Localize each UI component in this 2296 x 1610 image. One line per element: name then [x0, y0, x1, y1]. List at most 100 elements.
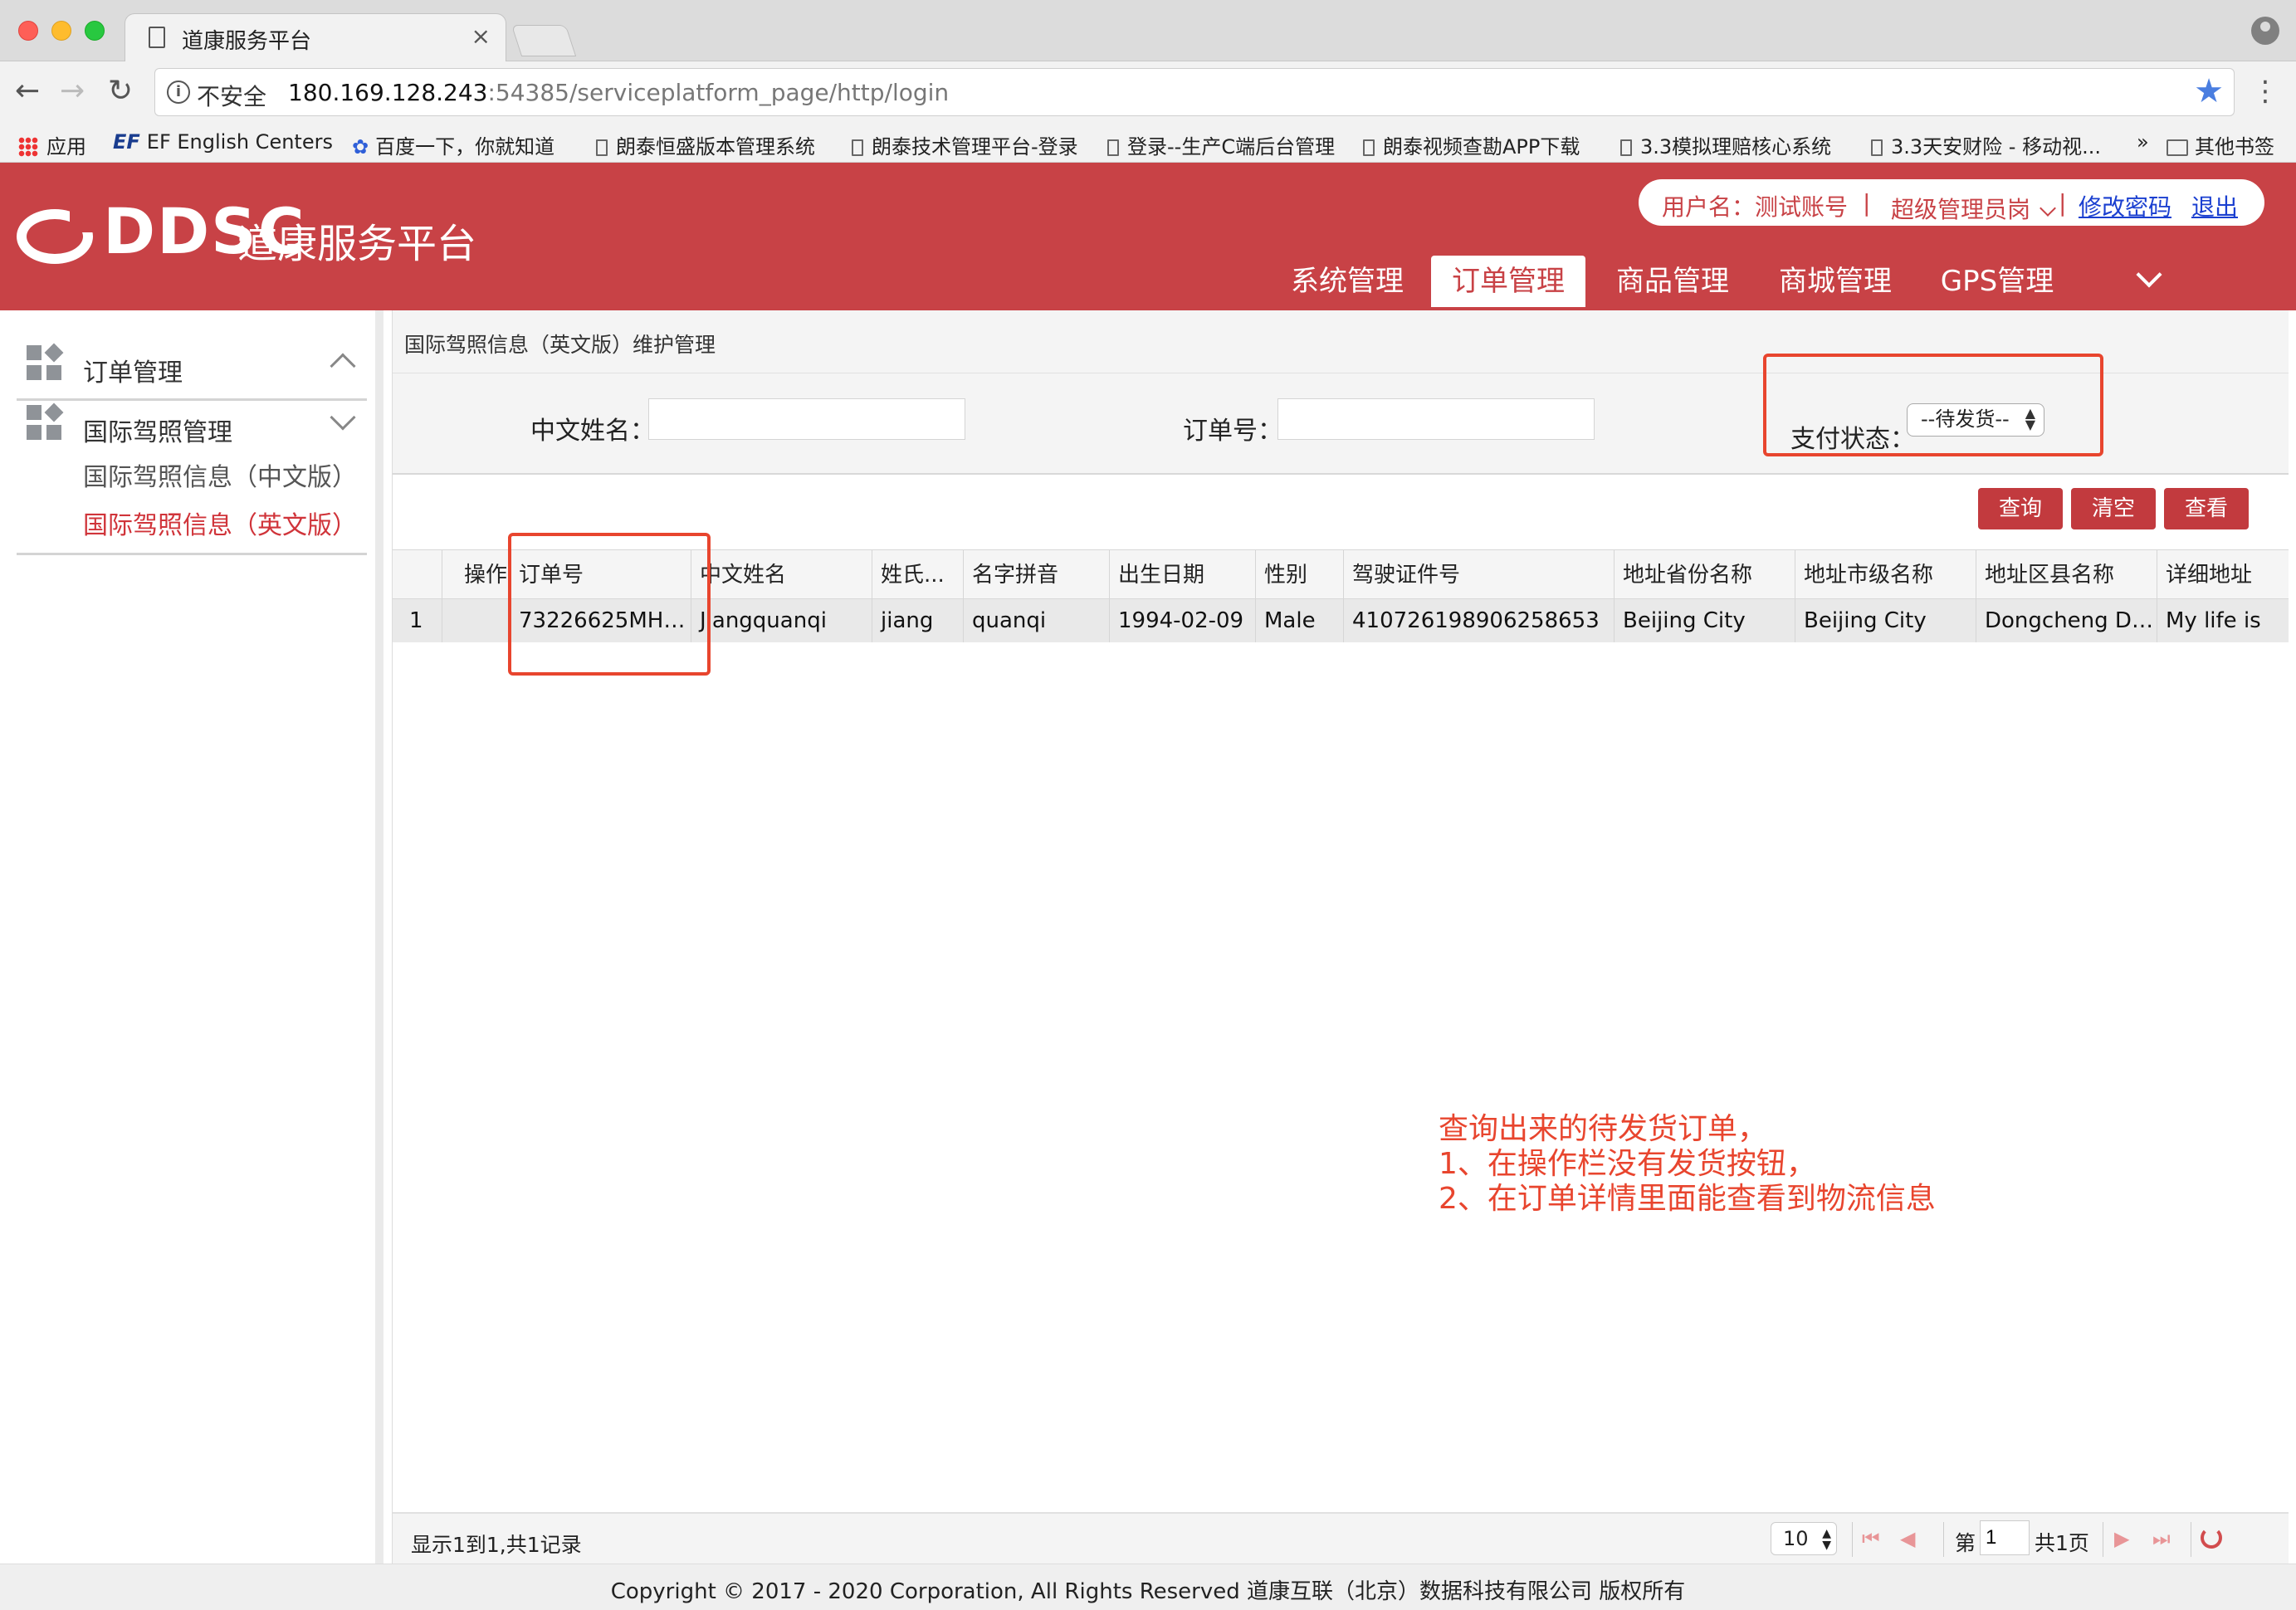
tab-product-management[interactable]: 商品管理 — [1602, 256, 1743, 307]
column-header-license-number[interactable]: 驾驶证件号 — [1344, 550, 1615, 598]
tab-system-management[interactable]: 系统管理 — [1278, 256, 1416, 307]
grid-icon — [27, 402, 64, 442]
profile-icon[interactable] — [2251, 17, 2279, 45]
previous-page-icon[interactable]: ◀ — [1900, 1527, 1915, 1550]
copyright-text: Copyright © 2017 - 2020 Corporation, All… — [610, 1579, 1686, 1604]
browser-menu-icon[interactable]: ⋮ — [2251, 75, 2279, 108]
bookmark-tech-mgmt[interactable]: 朗泰技术管理平台-登录 — [852, 130, 1078, 159]
tab-gps-management[interactable]: GPS管理 — [1926, 256, 2069, 307]
bookmark-ef[interactable]: EF EF English Centers — [113, 130, 333, 154]
maximize-window-button[interactable] — [85, 21, 105, 41]
row-license-number: 410726198906258653 — [1344, 599, 1615, 642]
bookmark-claims-core[interactable]: 3.3模拟理赔核心系统 — [1620, 130, 1831, 159]
chevron-down-icon[interactable] — [2135, 264, 2163, 292]
annotation-line: 2、在订单详情里面能查看到物流信息 — [1439, 1182, 1936, 1216]
column-header-birth-date[interactable]: 出生日期 — [1110, 550, 1256, 598]
column-header-district[interactable]: 地址区县名称 — [1976, 550, 2157, 598]
annotation-line: 1、在操作栏没有发货按钮， — [1439, 1147, 1816, 1181]
row-city: Beijing City — [1795, 599, 1976, 642]
bookmark-other[interactable]: 其他书签 — [2167, 130, 2274, 159]
column-header-province[interactable]: 地址省份名称 — [1615, 550, 1795, 598]
bookmarks-overflow-button[interactable]: » — [2137, 130, 2149, 154]
column-header-index — [393, 550, 442, 598]
tab-order-management[interactable]: 订单管理 — [1431, 256, 1585, 307]
column-header-given-name-pinyin[interactable]: 名字拼音 — [964, 550, 1110, 598]
chevron-up-icon — [330, 353, 356, 379]
row-chinese-name: Jiangquanqi — [691, 599, 872, 642]
bookmark-version-mgmt[interactable]: 朗泰恒盛版本管理系统 — [596, 130, 815, 159]
column-header-chinese-name[interactable]: 中文姓名 — [691, 550, 872, 598]
highlight-box-payment-status — [1763, 354, 2103, 456]
column-header-operation[interactable]: 操作 — [442, 550, 510, 598]
select-arrows-icon: ▲ ▼ — [1822, 1527, 1831, 1552]
separator: | — [1863, 189, 1871, 217]
divider — [1943, 1522, 1944, 1557]
document-icon — [1107, 139, 1119, 156]
bookmark-video-app[interactable]: 朗泰视频查勘APP下载 — [1363, 130, 1580, 159]
column-header-city[interactable]: 地址市级名称 — [1795, 550, 1976, 598]
column-header-gender[interactable]: 性别 — [1256, 550, 1344, 598]
new-tab-button[interactable] — [510, 25, 577, 56]
browser-toolbar: ← → ↻ i 不安全 180.169.128.243:54385/servic… — [0, 61, 2296, 124]
back-button[interactable]: ← — [15, 76, 40, 106]
url-text[interactable]: 180.169.128.243:54385/serviceplatform_pa… — [288, 79, 949, 106]
last-page-icon[interactable]: ⏭ — [2152, 1527, 2171, 1550]
view-button[interactable]: 查看 — [2164, 488, 2249, 529]
baidu-paw-icon: ✿ — [352, 135, 369, 159]
bookmark-label: 3.3模拟理赔核心系统 — [1640, 135, 1832, 159]
forward-button[interactable]: → — [60, 76, 85, 106]
document-icon — [852, 139, 863, 156]
address-bar[interactable]: i 不安全 180.169.128.243:54385/serviceplatf… — [154, 68, 2235, 116]
sidebar-item-license-chinese[interactable]: 国际驾照信息（中文版） — [83, 456, 357, 493]
reload-button[interactable]: ↻ — [108, 76, 133, 106]
grid-icon — [27, 343, 64, 382]
query-button[interactable]: 查询 — [1978, 488, 2063, 529]
change-password-link[interactable]: 修改密码 — [2079, 189, 2171, 222]
first-page-icon[interactable]: ⏮ — [1862, 1527, 1880, 1550]
column-header-address[interactable]: 详细地址 — [2157, 550, 2289, 598]
logout-link[interactable]: 退出 — [2191, 189, 2238, 222]
info-icon[interactable]: i — [167, 80, 190, 104]
minimize-window-button[interactable] — [51, 21, 71, 41]
url-host: 180.169.128.243 — [288, 79, 488, 106]
highlight-box-order-number — [508, 533, 711, 676]
document-icon — [1620, 139, 1632, 156]
close-window-button[interactable] — [18, 21, 38, 41]
tab-title: 道康服务平台 — [182, 29, 312, 54]
next-page-icon[interactable]: ▶ — [2114, 1527, 2129, 1550]
bookmark-label: 3.3天安财险 - 移动视... — [1891, 135, 2101, 159]
sidebar-item-license-english[interactable]: 国际驾照信息（英文版） — [83, 505, 357, 541]
clear-button[interactable]: 清空 — [2071, 488, 2156, 529]
refresh-icon[interactable] — [2201, 1527, 2222, 1549]
row-birth-date: 1994-02-09 — [1110, 599, 1256, 642]
logo-icon — [17, 207, 95, 264]
bookmark-label: 朗泰技术管理平台-登录 — [872, 135, 1078, 159]
bookmark-star-icon[interactable]: ★ — [2194, 72, 2224, 110]
tab-close-button[interactable]: × — [471, 22, 491, 50]
tab-mall-management[interactable]: 商城管理 — [1765, 256, 1906, 307]
column-header-surname[interactable]: 姓氏... — [872, 550, 964, 598]
role-dropdown[interactable]: 超级管理员岗 — [1891, 192, 2056, 225]
divider — [17, 398, 367, 401]
document-icon — [596, 139, 608, 156]
order-number-input[interactable] — [1277, 398, 1595, 440]
bookmark-c-backend[interactable]: 登录--生产C端后台管理 — [1107, 130, 1335, 159]
row-operation-cell — [442, 599, 510, 642]
pagination-bar: 显示1到1,共1记录 10 ▲▼ ⏮ ◀ 第 共1页 ▶ ⏭ — [393, 1512, 2289, 1564]
browser-tab[interactable]: 道康服务平台 × — [125, 13, 506, 61]
row-province: Beijing City — [1615, 599, 1795, 642]
bookmark-apps[interactable]: 应用 — [18, 130, 86, 159]
username-label: 用户名：测试账号 — [1662, 193, 1849, 221]
page-footer: Copyright © 2017 - 2020 Corporation, All… — [0, 1564, 2296, 1610]
page-number-input[interactable] — [1980, 1520, 2030, 1555]
annotation-note: 查询出来的待发货订单， 1、在操作栏没有发货按钮， 2、在订单详情里面能查看到物… — [1439, 1112, 1936, 1217]
bookmark-label: 登录--生产C端后台管理 — [1127, 135, 1336, 159]
insecure-label: 不安全 — [197, 83, 267, 110]
bookmark-baidu[interactable]: ✿ 百度一下，你就知道 — [352, 130, 554, 159]
bookmark-tianan[interactable]: 3.3天安财险 - 移动视... — [1871, 130, 2101, 159]
role-label: 超级管理员岗 — [1891, 196, 2031, 223]
ef-logo-icon: EF — [113, 130, 140, 154]
page-total: 共1页 — [2035, 1531, 2089, 1555]
chinese-name-input[interactable] — [648, 398, 965, 440]
page-size-select[interactable]: 10 ▲ ▼ — [1771, 1522, 1837, 1555]
